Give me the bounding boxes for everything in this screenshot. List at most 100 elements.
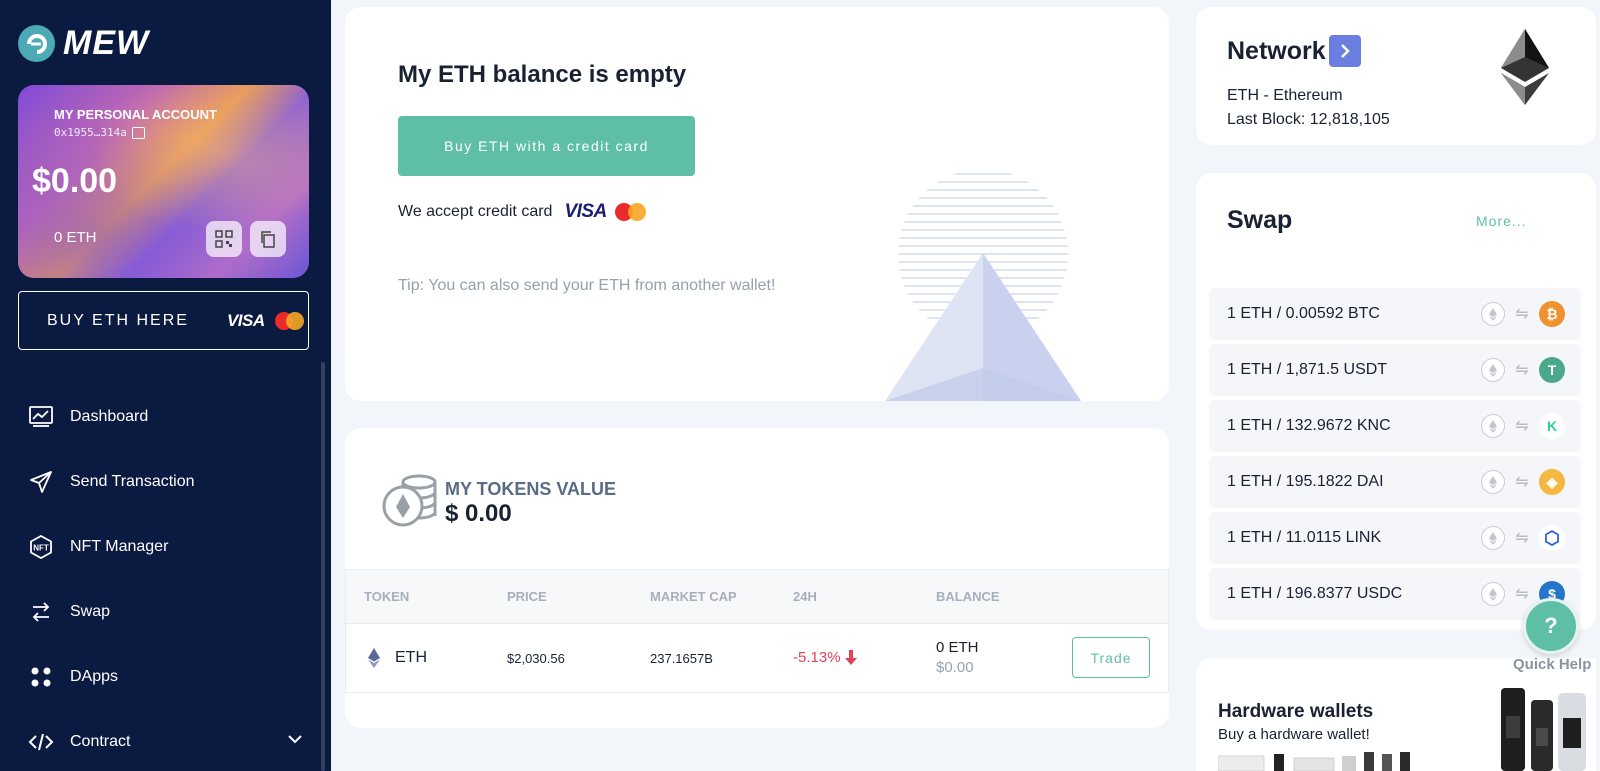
- token-name: ETH: [395, 649, 427, 666]
- column-header-price: PRICE: [507, 589, 547, 604]
- column-header-market-cap: MARKET CAP: [650, 589, 737, 604]
- account-address: 0x1955…314a: [54, 126, 127, 139]
- trade-button[interactable]: Trade: [1072, 637, 1150, 678]
- sidebar-item-label: NFT Manager: [70, 537, 169, 555]
- mew-logo-icon: [18, 25, 55, 62]
- mew-logo[interactable]: MEW: [18, 24, 149, 63]
- sidebar-item-dashboard[interactable]: Dashboard: [28, 384, 303, 449]
- swap-arrows-icon: ⇋: [1515, 530, 1529, 547]
- quick-help-label: Quick Help: [1513, 656, 1592, 673]
- copy-address-button[interactable]: [250, 221, 286, 257]
- hardware-wallets-panel[interactable]: Hardware wallets Buy a hardware wallet!: [1196, 658, 1596, 771]
- token-market-cap: 237.1657B: [650, 651, 713, 666]
- swap-arrows-icon: ⇋: [1515, 362, 1529, 379]
- tip-text: Tip: You can also send your ETH from ano…: [398, 277, 776, 294]
- token-balance-usd: $0.00: [936, 659, 974, 676]
- sidebar-item-contract[interactable]: Contract: [28, 709, 303, 771]
- swap-arrows-icon: ⇋: [1515, 474, 1529, 491]
- logo-text: MEW: [63, 24, 150, 62]
- account-balance-eth: 0 ETH: [54, 229, 97, 246]
- sidebar: MEW MY PERSONAL ACCOUNT 0x1955…314a $0.0…: [0, 0, 331, 771]
- swap-pair-usdt[interactable]: 1 ETH / 1,871.5 USDT ⇋ T: [1209, 344, 1581, 396]
- qr-code-button[interactable]: [206, 221, 242, 257]
- table-header: TOKEN PRICE MARKET CAP 24H BALANCE: [346, 570, 1168, 624]
- sidebar-scrollbar[interactable]: [321, 362, 325, 771]
- sidebar-item-label: Swap: [70, 602, 111, 620]
- token-balance: 0 ETH: [936, 639, 979, 656]
- buy-eth-label: BUY ETH HERE: [47, 311, 189, 329]
- eth-balance-panel: My ETH balance is empty Buy ETH with a c…: [345, 7, 1169, 401]
- eth-icon: [1481, 582, 1505, 606]
- eth-icon: [1481, 526, 1505, 550]
- swap-pair-label: 1 ETH / 11.0115 LINK: [1227, 529, 1382, 546]
- swap-pair-label: 1 ETH / 132.9672 KNC: [1227, 417, 1391, 434]
- swap-pair-label: 1 ETH / 195.1822 DAI: [1227, 473, 1384, 490]
- sidebar-item-dapps[interactable]: DApps: [28, 644, 303, 709]
- knc-icon: K: [1539, 413, 1565, 439]
- swap-arrows-icon: ⇋: [1515, 586, 1529, 603]
- swap-icon: [28, 599, 54, 625]
- hardware-wallets-title: Hardware wallets: [1218, 701, 1374, 722]
- balance-title: My ETH balance is empty: [398, 61, 687, 88]
- column-header-24h: 24H: [793, 589, 817, 604]
- btc-icon: ₿: [1539, 301, 1565, 327]
- token-price: $2,030.56: [507, 651, 565, 666]
- hardware-accessories-image: [1218, 752, 1410, 771]
- tokens-table: TOKEN PRICE MARKET CAP 24H BALANCE ETH $…: [345, 569, 1169, 693]
- network-title: Network: [1227, 37, 1326, 65]
- empty-balance-illustration: [885, 173, 1081, 401]
- visa-logo: VISA: [564, 201, 607, 222]
- accept-credit-card-text: We accept credit card: [398, 203, 553, 220]
- sidebar-item-send-transaction[interactable]: Send Transaction: [28, 449, 303, 514]
- tokens-value: $ 0.00: [445, 500, 512, 527]
- token-24h-change: -5.13%: [793, 649, 841, 666]
- eth-icon: [1481, 414, 1505, 438]
- buy-eth-credit-card-button[interactable]: Buy ETH with a credit card: [398, 116, 695, 176]
- mastercard-icon: [274, 311, 305, 330]
- dai-icon: ◈: [1539, 469, 1565, 495]
- sidebar-item-nft-manager[interactable]: NFT NFT Manager: [28, 514, 303, 579]
- network-panel: Network ETH - Ethereum Last Block: 12,81…: [1196, 7, 1596, 145]
- eth-token-icon: [368, 648, 380, 673]
- chevron-right-icon: [1341, 44, 1350, 58]
- coins-stack-icon: [382, 474, 437, 527]
- account-balance-usd: $0.00: [32, 162, 118, 200]
- print-icon[interactable]: [131, 126, 145, 139]
- hardware-wallets-subtitle: Buy a hardware wallet!: [1218, 726, 1370, 743]
- eth-icon: [1481, 302, 1505, 326]
- swap-pair-btc[interactable]: 1 ETH / 0.00592 BTC ⇋ ₿: [1209, 288, 1581, 340]
- swap-pair-dai[interactable]: 1 ETH / 195.1822 DAI ⇋ ◈: [1209, 456, 1581, 508]
- link-icon: ⬡: [1539, 525, 1565, 551]
- swap-pair-label: 1 ETH / 196.8377 USDC: [1227, 585, 1403, 602]
- sidebar-item-swap[interactable]: Swap: [28, 579, 303, 644]
- network-switch-button[interactable]: [1329, 35, 1361, 67]
- eth-icon: [1481, 470, 1505, 494]
- chevron-down-icon[interactable]: [287, 731, 303, 749]
- sidebar-item-label: Dashboard: [70, 407, 149, 425]
- swap-pair-label: 1 ETH / 0.00592 BTC: [1227, 305, 1380, 322]
- eth-icon: [1481, 358, 1505, 382]
- sidebar-item-label: Send Transaction: [70, 472, 195, 490]
- mastercard-icon: [614, 203, 646, 221]
- swap-arrows-icon: ⇋: [1515, 306, 1529, 323]
- table-row: ETH $2,030.56 237.1657B -5.13% 0 ETH $0.…: [346, 624, 1168, 692]
- sidebar-item-label: DApps: [70, 667, 119, 685]
- account-card: MY PERSONAL ACCOUNT 0x1955…314a $0.00 0 …: [18, 85, 309, 278]
- swap-pair-knc[interactable]: 1 ETH / 132.9672 KNC ⇋ K: [1209, 400, 1581, 452]
- swap-arrows-icon: ⇋: [1515, 418, 1529, 435]
- buy-eth-here-button[interactable]: BUY ETH HERE VISA: [18, 291, 309, 350]
- tokens-panel: MY TOKENS VALUE $ 0.00 TOKEN PRICE MARKE…: [345, 428, 1169, 728]
- quick-help-button[interactable]: ?: [1523, 598, 1579, 654]
- account-name: MY PERSONAL ACCOUNT: [54, 107, 217, 122]
- last-block: Last Block: 12,818,105: [1227, 111, 1390, 128]
- qr-code-icon: [215, 230, 233, 248]
- usdt-icon: T: [1539, 357, 1565, 383]
- code-icon: [28, 729, 54, 755]
- hardware-wallet-devices-image: [1501, 688, 1586, 771]
- swap-pair-link[interactable]: 1 ETH / 11.0115 LINK ⇋ ⬡: [1209, 512, 1581, 564]
- svg-text:NFT: NFT: [33, 543, 49, 552]
- tokens-value-label: MY TOKENS VALUE: [445, 479, 617, 499]
- arrow-down-icon: [845, 650, 857, 670]
- swap-more-link[interactable]: More...: [1476, 213, 1527, 229]
- network-name: ETH - Ethereum: [1227, 87, 1343, 104]
